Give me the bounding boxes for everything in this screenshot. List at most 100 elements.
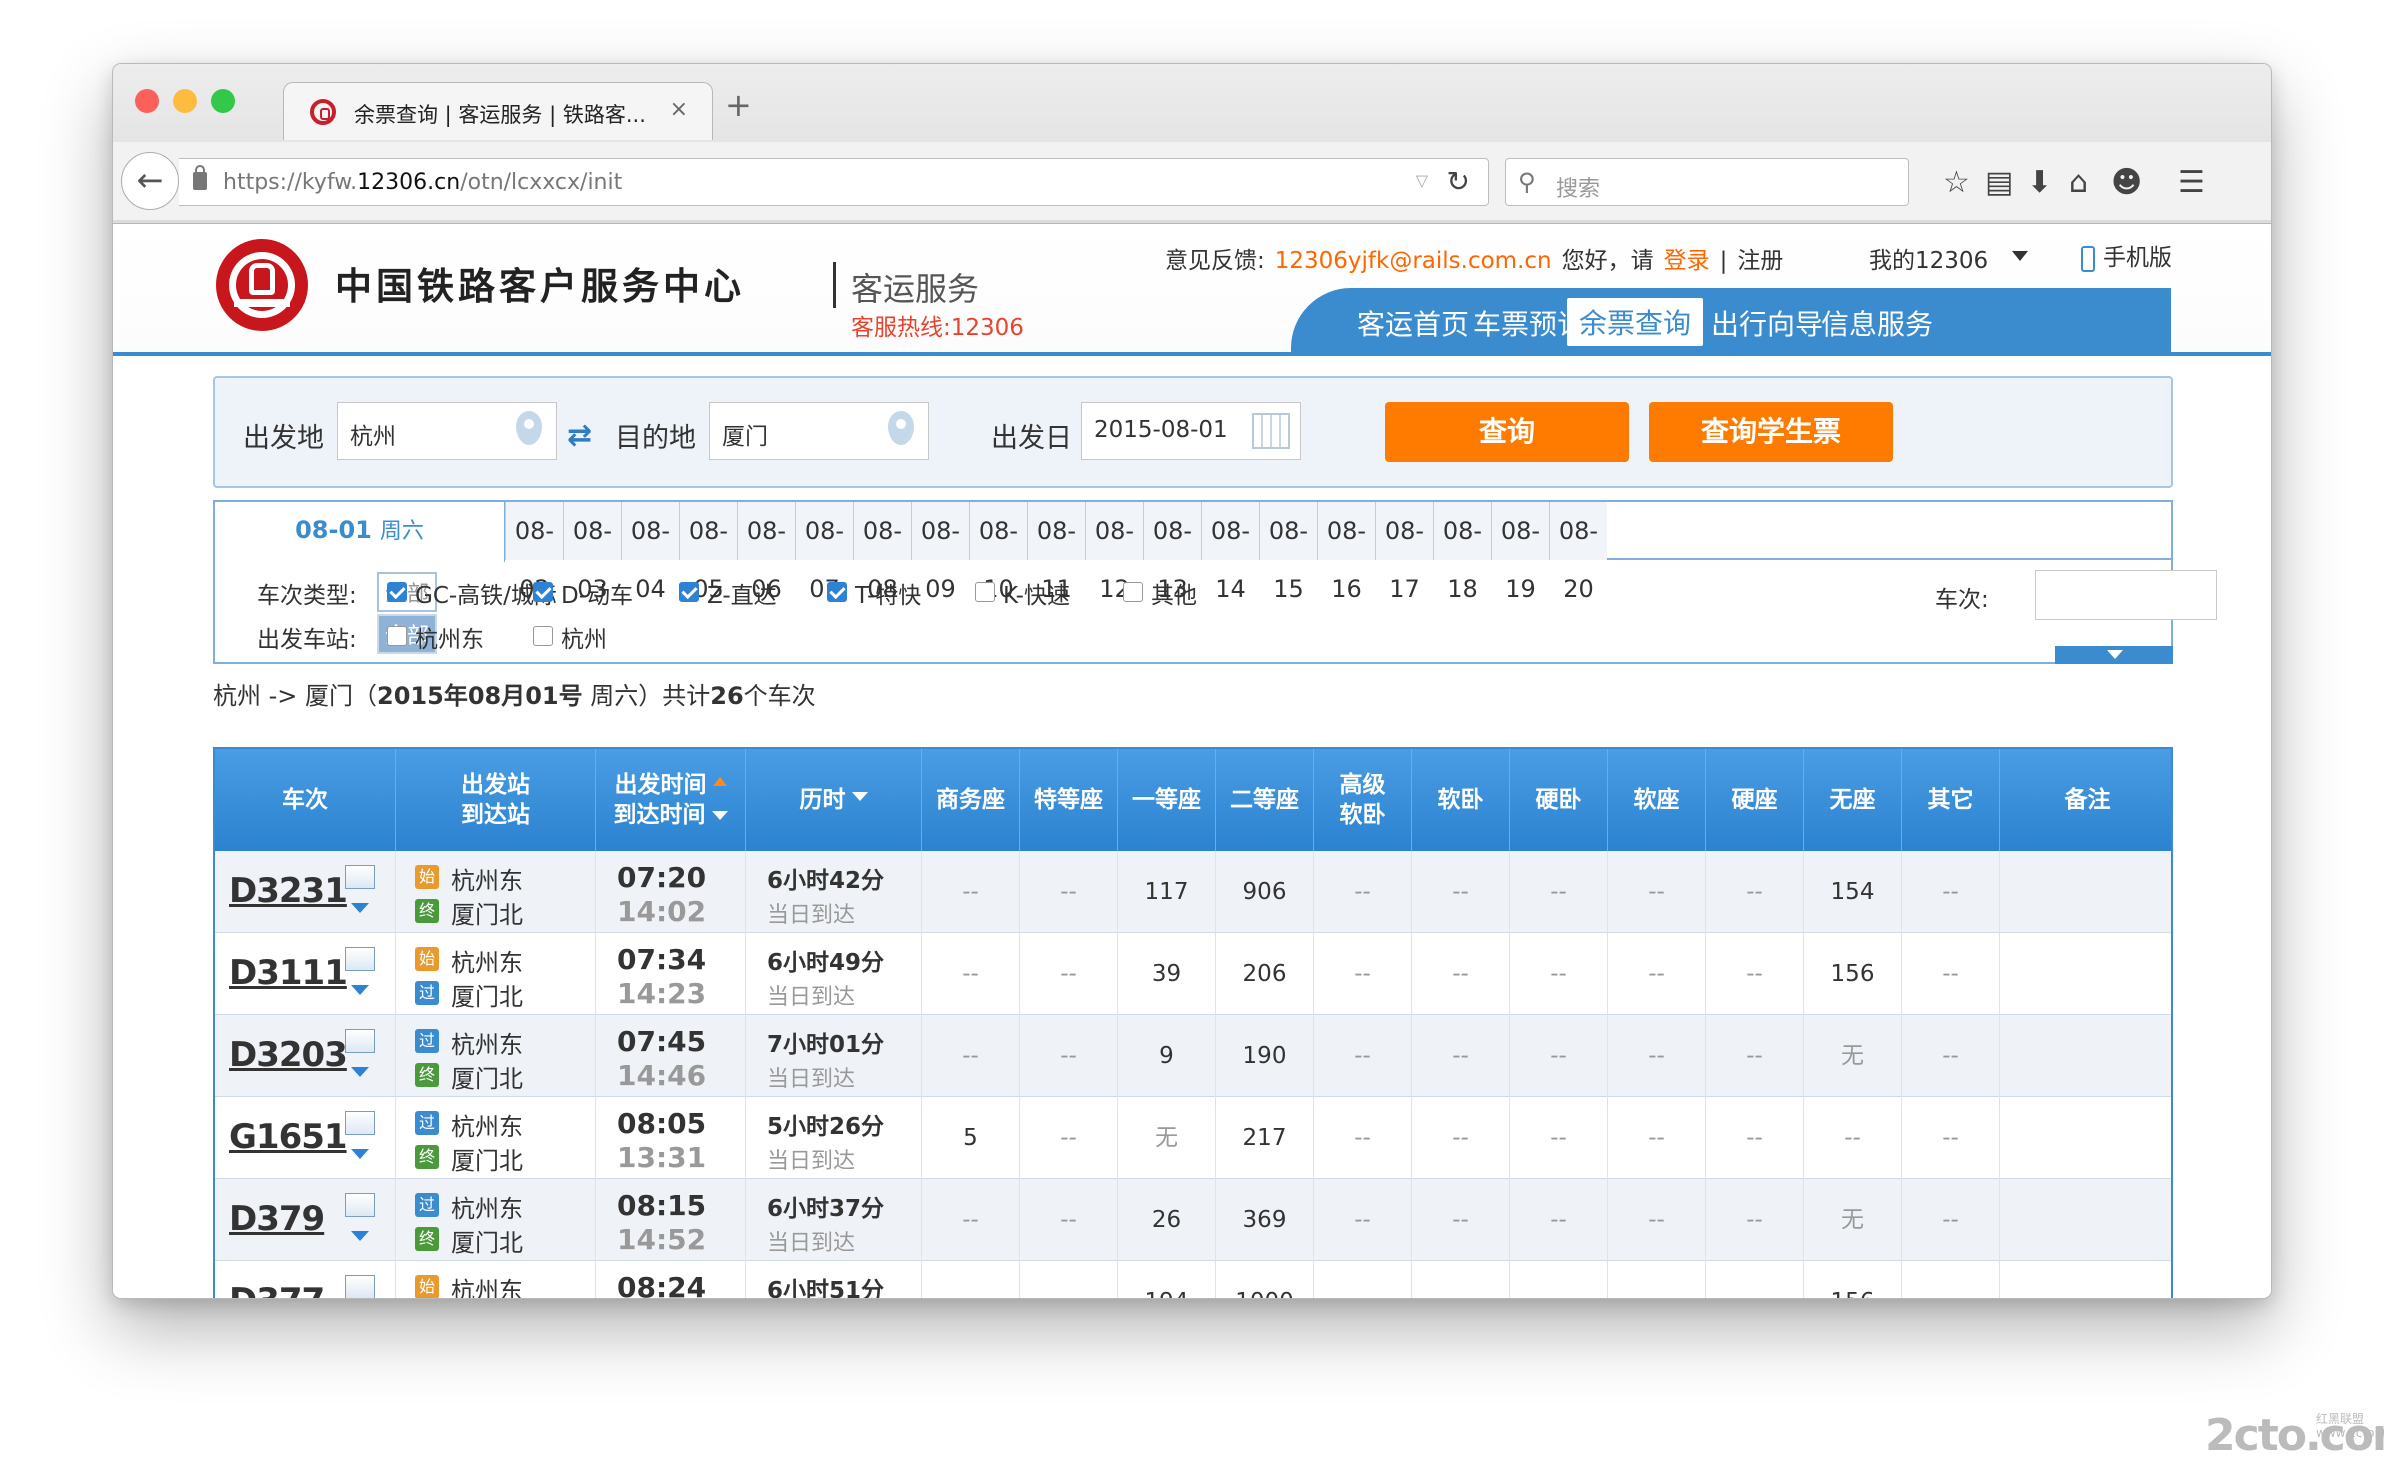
train-type-label-item[interactable]: D-动车 [561, 576, 633, 610]
date-tab[interactable]: 08-17 [1375, 502, 1433, 603]
date-tab[interactable]: 08-20 [1549, 502, 1607, 603]
date-tab-selected[interactable]: 08-01 周六 [215, 502, 505, 562]
nav-item-ticket-query[interactable]: 余票查询 [1567, 298, 1704, 346]
table-row[interactable]: D379 过杭州东终厦门北 08:15 14:52 6小时37分 当日到达 -- -- 26 36… [215, 1179, 2171, 1261]
date-tab[interactable]: 08-11 [1027, 502, 1085, 603]
train-no-input[interactable] [2035, 570, 2217, 620]
train-info-icon[interactable] [345, 947, 375, 971]
to-input[interactable]: 厦门 [709, 402, 929, 460]
browser-tab[interactable]: 余票查询 | 客运服务 | 铁路客... × [283, 82, 713, 140]
station-checkbox-label[interactable]: 杭州 [561, 620, 607, 654]
train-info-icon[interactable] [345, 865, 375, 889]
date-tab[interactable]: 08-05 [679, 502, 737, 603]
date-tab[interactable]: 08-19 [1491, 502, 1549, 603]
url-dropdown-icon[interactable]: ▽ [1416, 171, 1428, 190]
table-row[interactable]: D3111 始杭州东过厦门北 07:34 14:23 6小时49分 当日到达 -- -- 39 2… [215, 933, 2171, 1015]
from-input[interactable]: 杭州 [337, 402, 557, 460]
zoom-window-button[interactable] [211, 89, 235, 113]
date-tab[interactable]: 08-15 [1259, 502, 1317, 603]
swap-stations-icon[interactable]: ⇄ [567, 418, 592, 453]
expand-stops-icon[interactable] [351, 1231, 369, 1250]
train-type-checkbox[interactable] [975, 582, 995, 602]
expand-filters-button[interactable] [2055, 646, 2173, 664]
date-tab[interactable]: 08-02 [505, 502, 563, 603]
date-tab[interactable]: 08-16 [1317, 502, 1375, 603]
date-tab[interactable]: 08-14 [1201, 502, 1259, 603]
expand-stops-icon[interactable] [351, 1067, 369, 1086]
station-checkbox[interactable] [533, 626, 553, 646]
nav-item-travel-guide[interactable]: 出行向导 [1711, 303, 1823, 343]
bookmark-star-icon[interactable]: ☆ [1943, 168, 1970, 198]
date-tab[interactable]: 08-04 [621, 502, 679, 603]
expand-stops-icon[interactable] [351, 985, 369, 1004]
expand-stops-icon[interactable] [351, 903, 369, 922]
sort-up-icon[interactable] [712, 770, 727, 786]
mobile-version-link[interactable]: 手机版 [2081, 238, 2172, 272]
train-type-label-item[interactable]: K-快速 [1003, 576, 1070, 610]
student-query-button[interactable]: 查询学生票 [1649, 402, 1893, 462]
chat-icon[interactable]: ☻ [2111, 168, 2142, 198]
login-link[interactable]: 登录 [1664, 248, 1710, 274]
train-number-link[interactable]: G1651 [229, 1117, 348, 1157]
nav-item-home[interactable]: 客运首页 [1357, 303, 1469, 343]
table-row[interactable]: D377始杭州东08:246小时51分----1941000----------… [215, 1261, 2171, 1298]
date-tab[interactable]: 08-18 [1433, 502, 1491, 603]
calendar-icon[interactable] [1252, 413, 1290, 449]
train-info-icon[interactable] [345, 1193, 375, 1217]
my12306-dropdown[interactable]: 我的12306 [1869, 241, 2029, 275]
reading-list-icon[interactable]: ▤ [1985, 168, 2013, 198]
date-tab[interactable]: 08-06 [737, 502, 795, 603]
download-icon[interactable]: ⬇ [2027, 168, 2052, 198]
train-type-checkbox[interactable] [387, 582, 407, 602]
train-type-label-item[interactable]: Z-直达 [707, 576, 777, 610]
date-input[interactable]: 2015-08-01 [1081, 402, 1301, 460]
date-tab[interactable]: 08-09 [911, 502, 969, 603]
date-tab[interactable]: 08-03 [563, 502, 621, 603]
train-info-icon[interactable] [345, 1029, 375, 1053]
feedback-email-link[interactable]: 12306yjfk@rails.com.cn [1275, 248, 1552, 274]
tab-close-icon[interactable]: × [670, 97, 688, 122]
station-type-badge: 过 [415, 1193, 439, 1217]
train-number-link[interactable]: D3203 [229, 1035, 348, 1075]
train-number-link[interactable]: D3231 [229, 871, 348, 911]
train-info-icon[interactable] [345, 1275, 375, 1298]
train-number-link[interactable]: D3111 [229, 953, 348, 993]
train-number-link[interactable]: D379 [229, 1199, 325, 1239]
date-tab[interactable]: 08-10 [969, 502, 1027, 603]
train-type-checkbox[interactable] [1123, 582, 1143, 602]
date-tab[interactable]: 08-07 [795, 502, 853, 603]
station-checkbox[interactable] [387, 626, 407, 646]
sort-down-icon[interactable] [711, 811, 728, 828]
browser-search-box[interactable]: ⚲ 搜索 [1505, 158, 1909, 206]
date-tab[interactable]: 08-13 [1143, 502, 1201, 603]
train-type-label-item[interactable]: 其他 [1151, 576, 1197, 610]
railway-logo-icon[interactable] [216, 239, 308, 331]
menu-icon[interactable]: ☰ [2178, 168, 2205, 198]
col-duration[interactable]: 历时 [745, 749, 921, 851]
reload-icon[interactable]: ↻ [1447, 165, 1470, 198]
sort-down-icon[interactable] [851, 791, 868, 809]
train-type-label-item[interactable]: T-特快 [855, 576, 921, 610]
query-button[interactable]: 查询 [1385, 402, 1629, 462]
table-row[interactable]: G1651 过杭州东终厦门北 08:05 13:31 5小时26分 当日到达 5 -- 无 217… [215, 1097, 2171, 1179]
train-number-link[interactable]: D377 [229, 1281, 325, 1298]
minimize-window-button[interactable] [173, 89, 197, 113]
url-bar[interactable]: https://kyfw.12306.cn/otn/lcxxcx/init ▽ … [179, 158, 1489, 206]
close-window-button[interactable] [135, 89, 159, 113]
nav-item-info-service[interactable]: 信息服务 [1821, 303, 1933, 343]
new-tab-button[interactable]: + [725, 86, 752, 124]
expand-stops-icon[interactable] [351, 1149, 369, 1168]
date-tab[interactable]: 08-08 [853, 502, 911, 603]
table-row[interactable]: D3231 始杭州东终厦门北 07:20 14:02 6小时42分 当日到达 -- -- 117… [215, 851, 2171, 933]
station-checkbox-label[interactable]: 杭州东 [415, 620, 484, 654]
table-row[interactable]: D3203 过杭州东终厦门北 07:45 14:46 7小时01分 当日到达 -- -- 9 19… [215, 1015, 2171, 1097]
back-button[interactable]: ← [121, 152, 179, 210]
train-type-checkbox[interactable] [533, 582, 553, 602]
train-info-icon[interactable] [345, 1111, 375, 1135]
register-link[interactable]: 注册 [1737, 248, 1783, 274]
train-type-checkbox[interactable] [679, 582, 699, 602]
col-times[interactable]: 出发时间 到达时间 [595, 749, 745, 851]
date-tab[interactable]: 08-12 [1085, 502, 1143, 603]
train-type-checkbox[interactable] [827, 582, 847, 602]
home-icon[interactable]: ⌂ [2069, 168, 2088, 198]
